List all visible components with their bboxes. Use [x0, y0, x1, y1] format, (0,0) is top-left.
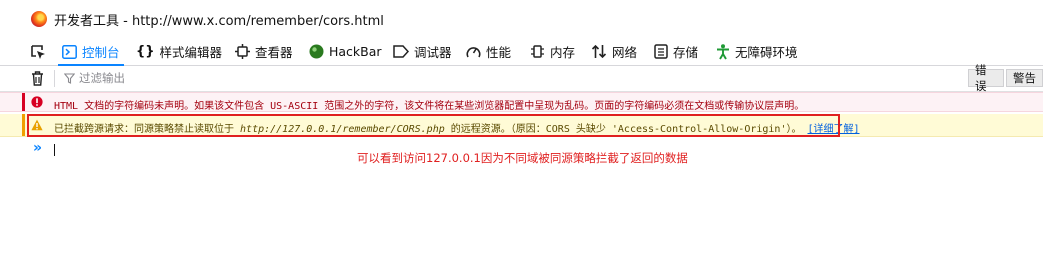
inspector-icon: [235, 44, 250, 59]
tab-accessibility[interactable]: 无障碍环境: [716, 38, 798, 65]
filter-placeholder: 过滤输出: [79, 71, 125, 85]
tab-style-editor-label: 样式编辑器: [159, 45, 223, 60]
tab-performance-label: 性能: [486, 45, 512, 60]
window-title: 开发者工具 - http://www.x.com/remember/cors.h…: [54, 13, 384, 29]
tab-style-editor[interactable]: {} 样式编辑器: [136, 38, 222, 65]
window-titlebar: 开发者工具 - http://www.x.com/remember/cors.h…: [0, 0, 1043, 38]
console-input-caret[interactable]: [54, 144, 55, 156]
tab-hackbar[interactable]: HackBar: [309, 38, 382, 65]
clear-console-button[interactable]: [31, 71, 44, 89]
tab-hackbar-label: HackBar: [329, 44, 382, 59]
trash-icon: [32, 71, 43, 86]
network-icon: [591, 44, 607, 59]
devtools-toolbar: 控制台 {} 样式编辑器 查看器 HackBar 调试器 性能 内存 网络 存储…: [0, 38, 1043, 66]
accessibility-icon: [717, 43, 729, 59]
filter-icon: [64, 72, 75, 84]
tab-storage[interactable]: 存储: [654, 38, 698, 65]
tab-performance[interactable]: 性能: [466, 38, 511, 65]
filter-separator: [54, 70, 55, 87]
tab-memory-label: 内存: [550, 45, 576, 60]
tab-storage-label: 存储: [673, 45, 699, 60]
console-filter-bar: 过滤输出 错误 警告: [0, 63, 1043, 93]
tab-inspector-label: 查看器: [255, 45, 293, 60]
error-message-text: HTML 文档的字符编码未声明。如果该文件包含 US-ASCII 范围之外的字符…: [54, 101, 805, 112]
tab-inspector[interactable]: 查看器: [235, 38, 293, 65]
memory-icon: [531, 45, 544, 58]
warning-indicator-bar: [22, 114, 25, 136]
tab-console-label: 控制台: [82, 45, 120, 60]
tab-memory[interactable]: 内存: [530, 38, 575, 65]
console-prompt-icon: »: [33, 140, 43, 156]
annotation-text: 可以看到访问127.0.0.1因为不同域被同源策略拦截了返回的数据: [357, 151, 688, 165]
tab-accessibility-label: 无障碍环境: [735, 45, 798, 60]
debugger-icon: [393, 45, 409, 58]
error-indicator-bar: [22, 93, 25, 111]
tab-debugger-label: 调试器: [414, 45, 452, 60]
hackbar-icon: [309, 44, 324, 59]
tab-debugger[interactable]: 调试器: [393, 38, 452, 65]
filter-output-input[interactable]: 过滤输出: [64, 70, 125, 86]
error-icon: [31, 96, 43, 108]
tab-network[interactable]: 网络: [591, 38, 637, 65]
storage-icon: [654, 44, 668, 59]
tab-console[interactable]: 控制台: [58, 38, 124, 66]
console-icon: [62, 44, 77, 59]
console-error-message: HTML 文档的字符编码未声明。如果该文件包含 US-ASCII 范围之外的字符…: [0, 92, 1043, 112]
filter-warnings-button[interactable]: 警告: [1006, 69, 1043, 87]
tab-network-label: 网络: [612, 45, 638, 60]
annotation-highlight-box: [27, 114, 840, 137]
firefox-logo-icon: [31, 11, 47, 27]
element-picker-icon: [31, 44, 45, 59]
filter-errors-button[interactable]: 错误: [968, 63, 1004, 93]
performance-icon: [466, 46, 481, 57]
element-picker-button[interactable]: [30, 38, 46, 65]
braces-icon: {}: [136, 44, 155, 59]
